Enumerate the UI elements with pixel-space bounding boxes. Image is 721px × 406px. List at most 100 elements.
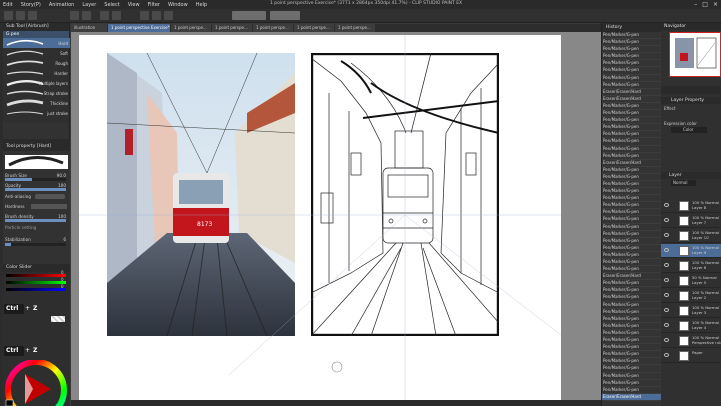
history-item[interactable]: Pen/Marker/G-pen <box>602 110 661 118</box>
layer-row[interactable]: 50 % Normal Layer 5 <box>661 274 721 288</box>
eye-icon[interactable] <box>664 263 669 267</box>
snap-ruler-icon[interactable] <box>232 11 266 20</box>
layer-row[interactable]: 100 % Normal Layer 9 <box>661 244 721 258</box>
zoom-slider-row[interactable] <box>661 86 721 94</box>
history-item[interactable]: Pen/Marker/G-pen <box>602 46 661 54</box>
layer-row[interactable]: 100 % Normal Layer 8 <box>661 199 721 213</box>
layer-row[interactable]: 100 % Normal Layer 6 <box>661 259 721 273</box>
opacity-control[interactable]: Opacity 100 <box>5 183 68 192</box>
brush-item[interactable]: Soft <box>3 48 70 58</box>
layer-row[interactable]: 100 % Normal Layer 2 <box>661 289 721 303</box>
eye-icon[interactable] <box>664 353 669 357</box>
history-item[interactable]: Pen/Marker/G-pen <box>602 188 661 196</box>
history-item[interactable]: Pen/Marker/G-pen <box>602 131 661 139</box>
history-item[interactable]: Pen/Marker/G-pen <box>602 387 661 394</box>
history-item[interactable]: Eraser/Eraser/Hard <box>602 96 661 103</box>
history-item[interactable]: Eraser/Eraser/Hard <box>602 160 661 167</box>
history-item[interactable]: Pen/Marker/G-pen <box>602 167 661 174</box>
history-item[interactable]: Eraser/Eraser/Hard <box>602 89 661 96</box>
history-item[interactable]: Pen/Marker/G-pen <box>602 202 661 210</box>
history-item[interactable]: Pen/Marker/G-pen <box>602 181 661 189</box>
history-item[interactable]: Pen/Marker/G-pen <box>602 316 661 323</box>
history-item[interactable]: Pen/Marker/G-pen <box>602 330 661 338</box>
history-item[interactable]: Pen/Marker/G-pen <box>602 216 661 224</box>
history-item[interactable]: Pen/Marker/G-pen <box>602 323 661 330</box>
brush-item[interactable]: Thickline <box>3 98 70 108</box>
history-item[interactable]: Pen/Marker/G-pen <box>602 280 661 288</box>
brush-item[interactable]: Strap stroke <box>3 88 70 98</box>
menu-item-view[interactable]: View <box>128 2 140 8</box>
history-item[interactable]: Pen/Marker/G-pen <box>602 309 661 316</box>
history-item[interactable]: Pen/Marker/G-pen <box>602 195 661 203</box>
history-item[interactable]: Pen/Marker/G-pen <box>602 231 661 238</box>
close-icon[interactable]: × <box>713 1 718 8</box>
history-item[interactable]: Pen/Marker/G-pen <box>602 287 661 295</box>
history-item[interactable]: Pen/Marker/G-pen <box>602 53 661 61</box>
minimize-icon[interactable]: – <box>694 1 697 8</box>
green-slider[interactable] <box>6 281 66 284</box>
blend-mode-select[interactable]: Normal <box>671 180 696 186</box>
tab-document[interactable]: 1 point perspe... <box>171 24 211 32</box>
history-item[interactable]: Pen/Marker/G-pen <box>602 259 661 267</box>
history-item[interactable]: Pen/Marker/G-pen <box>602 60 661 68</box>
transparent-swatch[interactable] <box>51 316 65 322</box>
tab-document[interactable]: 1 point perspe... <box>294 24 334 32</box>
menu-item-select[interactable]: Select <box>104 2 119 8</box>
brush-item[interactable]: just stroke <box>3 108 70 118</box>
redo-icon[interactable] <box>82 11 91 20</box>
paper[interactable]: 8173 <box>79 35 561 400</box>
eye-icon[interactable] <box>664 293 669 297</box>
eye-icon[interactable] <box>664 233 669 237</box>
red-slider[interactable] <box>6 274 66 277</box>
history-item[interactable]: Pen/Marker/G-pen <box>602 174 661 181</box>
history-item[interactable]: Pen/Marker/G-pen <box>602 294 661 302</box>
save-icon[interactable] <box>28 11 37 20</box>
history-item[interactable]: Pen/Marker/G-pen <box>602 351 661 359</box>
expression-color-select[interactable]: Color <box>671 127 707 133</box>
eye-icon[interactable] <box>664 338 669 342</box>
eye-icon[interactable] <box>664 218 669 222</box>
color-wheel[interactable] <box>3 360 70 406</box>
history-item[interactable]: Pen/Marker/G-pen <box>602 380 661 387</box>
menu-item-filter[interactable]: Filter <box>148 2 160 8</box>
history-item[interactable]: Pen/Marker/G-pen <box>602 365 661 373</box>
history-item[interactable]: Pen/Marker/G-pen <box>602 337 661 345</box>
undo-icon[interactable] <box>70 11 79 20</box>
eye-icon[interactable] <box>664 323 669 327</box>
new-file-icon[interactable] <box>4 11 13 20</box>
layer-row[interactable]: Paper <box>661 349 721 363</box>
history-item[interactable]: Pen/Marker/G-pen <box>602 209 661 217</box>
history-item[interactable]: Pen/Marker/G-pen <box>602 266 661 274</box>
history-item[interactable]: Pen/Marker/G-pen <box>602 224 661 231</box>
clear-icon[interactable] <box>100 11 109 20</box>
layer-row[interactable]: 100 % Normal Layer 10 <box>661 229 721 243</box>
brush-density-control[interactable]: Brush density 100 <box>5 214 68 223</box>
history-item[interactable]: Eraser/Eraser/Hard <box>602 393 661 401</box>
brush-item[interactable]: Multiple layers <box>3 78 70 88</box>
brush-item[interactable]: Harder <box>3 68 70 78</box>
history-item[interactable]: Pen/Marker/G-pen <box>602 39 661 47</box>
menu-item-window[interactable]: Window <box>168 2 188 8</box>
history-item[interactable]: Pen/Marker/G-pen <box>602 124 661 132</box>
history-item[interactable]: Pen/Marker/G-pen <box>602 82 661 89</box>
brush-size-control[interactable]: Brush Size 90.0 <box>5 173 68 182</box>
invert-selection-icon[interactable] <box>164 11 173 20</box>
brush-item[interactable]: Rough <box>3 58 70 68</box>
layer-row[interactable]: 100 % Normal Perspective ruler <box>661 334 721 348</box>
canvas-area[interactable]: 8173 <box>71 32 601 400</box>
tab-document[interactable]: 1 point perspe... <box>335 24 375 32</box>
layer-row[interactable]: 100 % Normal Layer 4 <box>661 319 721 333</box>
tab-document-active[interactable]: 1 point perspective Exercise* <box>108 24 170 32</box>
tab-document[interactable]: 1 point perspe... <box>253 24 293 32</box>
eye-icon[interactable] <box>664 248 669 252</box>
horizontal-scrollbar[interactable] <box>71 400 601 406</box>
eye-icon[interactable] <box>664 308 669 312</box>
history-item[interactable]: Pen/Marker/G-pen <box>602 138 661 146</box>
tab-document[interactable]: 1 point perspe... <box>212 24 252 32</box>
history-item[interactable]: Pen/Marker/G-pen <box>602 32 661 40</box>
history-item[interactable]: Pen/Marker/G-pen <box>602 373 661 380</box>
history-item[interactable]: Pen/Marker/G-pen <box>602 75 661 82</box>
menu-item-layer[interactable]: Layer <box>82 2 96 8</box>
transform-icon[interactable] <box>140 11 149 20</box>
snap-grid-icon[interactable] <box>270 11 300 20</box>
